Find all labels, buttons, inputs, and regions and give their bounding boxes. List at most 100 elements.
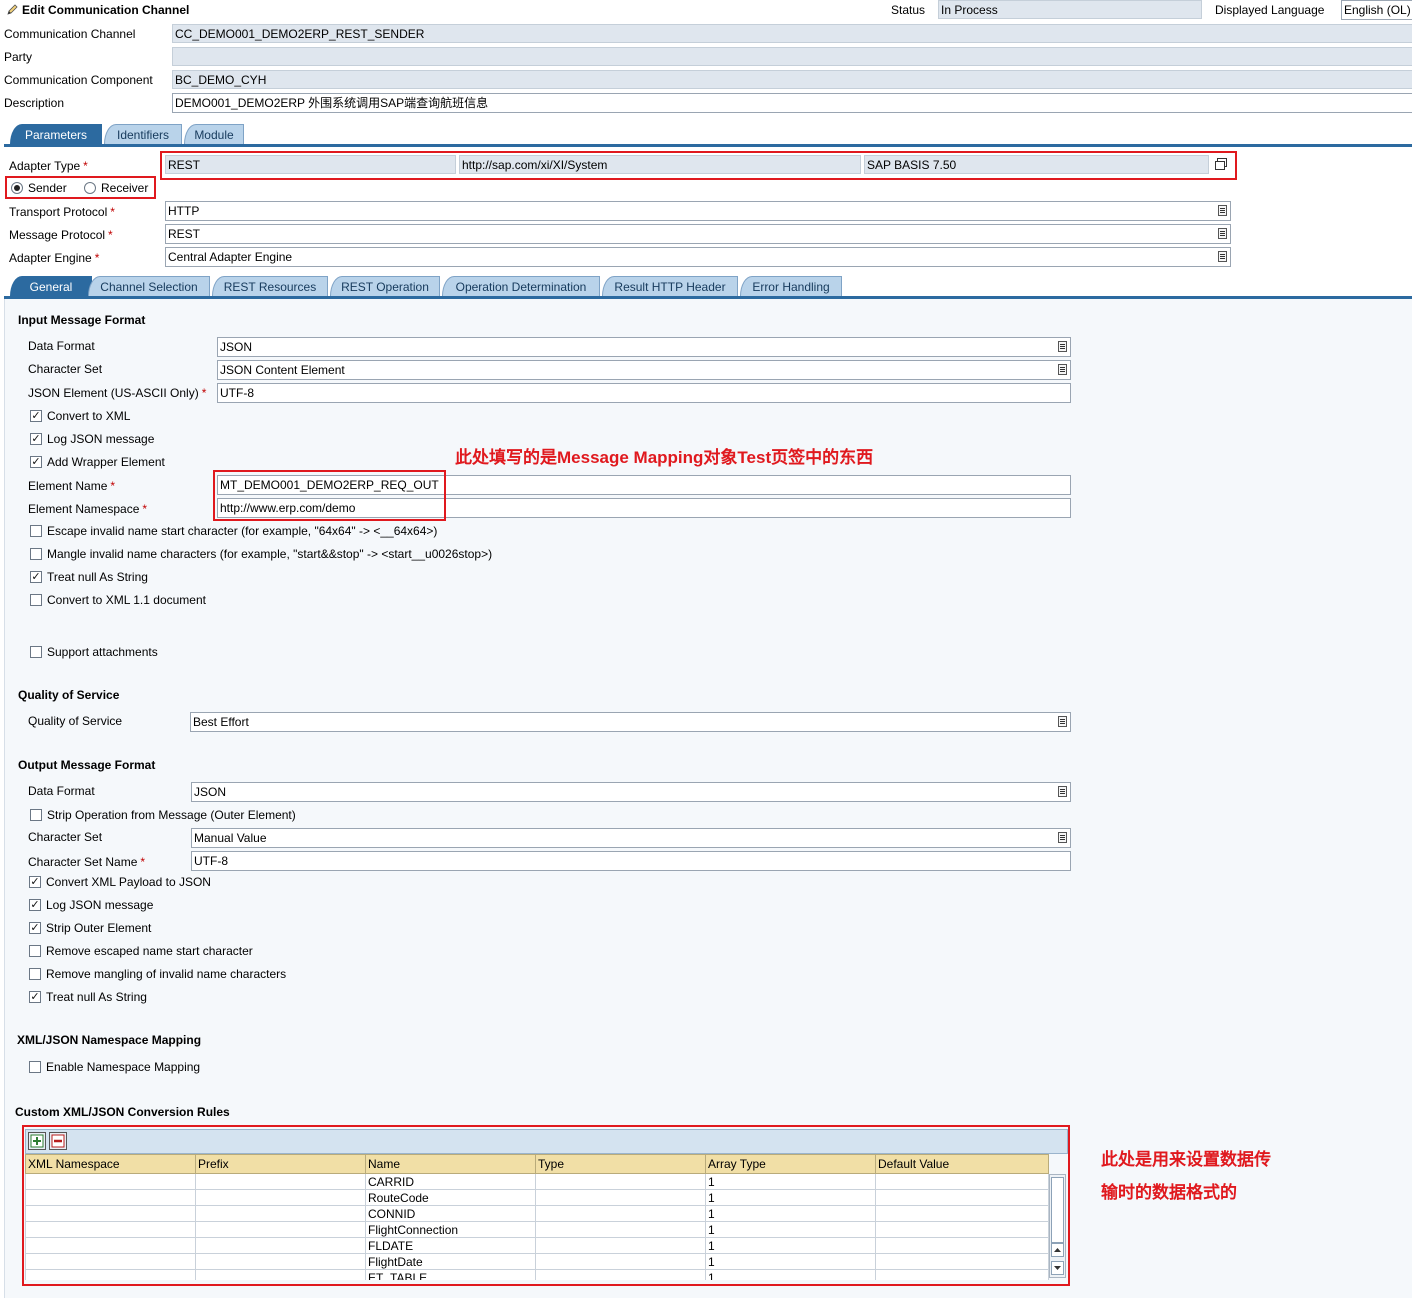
party-field [172, 47, 1412, 66]
transport-protocol-select[interactable]: HTTP [165, 201, 1231, 221]
convert-to-xml-checkbox[interactable]: ✓ [30, 410, 42, 422]
adapter-engine-select[interactable]: Central Adapter Engine [165, 247, 1231, 267]
tab-general[interactable]: General [10, 276, 92, 296]
dropdown-icon[interactable] [1218, 228, 1227, 239]
rules-heading: Custom XML/JSON Conversion Rules [15, 1105, 230, 1119]
rules-annotation-line2: 输时的数据格式的 [1101, 1183, 1237, 1202]
enable-ns-mapping-checkbox[interactable] [29, 1061, 41, 1073]
dropdown-icon[interactable] [1058, 341, 1067, 352]
in-treat-null-checkbox[interactable]: ✓ [30, 571, 42, 583]
component-field: BC_DEMO_CYH [172, 70, 1412, 89]
out-log-json-checkbox[interactable]: ✓ [29, 899, 41, 911]
support-attachments-label: Support attachments [47, 645, 158, 659]
strip-outer-checkbox[interactable]: ✓ [29, 922, 41, 934]
output-format-heading: Output Message Format [18, 758, 156, 772]
qos-select[interactable]: Best Effort [190, 712, 1071, 732]
channel-label: Communication Channel [4, 27, 136, 41]
convert-to-xml-label: Convert to XML [47, 409, 131, 423]
out-log-json-label: Log JSON message [46, 898, 154, 912]
out-charset-label: Character Set [28, 830, 103, 844]
channel-field: CC_DEMO001_DEMO2ERP_REST_SENDER [172, 24, 1412, 43]
mangle-invalid-label: Mangle invalid name characters (for exam… [47, 547, 493, 561]
edit-icon [6, 4, 18, 16]
add-wrapper-label: Add Wrapper Element [47, 455, 165, 469]
element-highlight [213, 470, 446, 521]
language-select[interactable]: English (OL) [1341, 0, 1412, 20]
transport-protocol-label: Transport Protocol * [9, 205, 115, 219]
ns-mapping-heading: XML/JSON Namespace Mapping [17, 1033, 202, 1047]
strip-operation-label: Strip Operation from Message (Outer Elem… [47, 808, 296, 822]
add-wrapper-checkbox[interactable]: ✓ [30, 456, 42, 468]
qos-heading: Quality of Service [18, 688, 120, 702]
in-charset-select[interactable]: JSON Content Element [217, 360, 1071, 380]
dropdown-icon[interactable] [1218, 251, 1227, 262]
tab-rest-resources[interactable]: REST Resources [212, 276, 328, 296]
convert-xml-json-label: Convert XML Payload to JSON [46, 875, 211, 889]
element-name-label: Element Name * [28, 479, 116, 493]
in-log-json-label: Log JSON message [47, 432, 155, 446]
support-attachments-checkbox[interactable] [30, 646, 42, 658]
tab-parameters[interactable]: Parameters [10, 124, 102, 144]
message-protocol-label: Message Protocol * [9, 228, 113, 242]
out-treat-null-label: Treat null As String [46, 990, 147, 1004]
remove-mangling-label: Remove mangling of invalid name characte… [46, 967, 287, 981]
remove-mangling-checkbox[interactable] [29, 968, 41, 980]
dropdown-icon[interactable] [1058, 364, 1067, 375]
in-data-format-label: Data Format [28, 339, 95, 353]
description-label: Description [4, 96, 65, 110]
convert-xml11-label: Convert to XML 1.1 document [47, 593, 206, 607]
status-label: Status [891, 3, 926, 17]
tab-identifiers[interactable]: Identifiers [104, 124, 182, 144]
remove-escaped-label: Remove escaped name start character [46, 944, 253, 958]
mangle-invalid-checkbox[interactable] [30, 548, 42, 560]
element-namespace-label: Element Namespace * [28, 502, 148, 516]
dropdown-icon[interactable] [1218, 205, 1227, 216]
convert-xml-json-checkbox[interactable]: ✓ [29, 876, 41, 888]
in-log-json-checkbox[interactable]: ✓ [30, 433, 42, 445]
strip-operation-checkbox[interactable] [30, 809, 42, 821]
escape-invalid-label: Escape invalid name start character (for… [47, 524, 438, 538]
enable-ns-mapping-label: Enable Namespace Mapping [46, 1060, 201, 1074]
party-label: Party [4, 50, 33, 64]
out-charset-select[interactable]: Manual Value [191, 828, 1071, 848]
remove-escaped-checkbox[interactable] [29, 945, 41, 957]
out-data-format-label: Data Format [28, 784, 95, 798]
description-field[interactable]: DEMO001_DEMO2ERP 外围系统调用SAP端查询航班信息 [172, 93, 1412, 113]
out-treat-null-checkbox[interactable]: ✓ [29, 991, 41, 1003]
qos-label: Quality of Service [28, 714, 123, 728]
json-element-label: JSON Element (US-ASCII Only) * [28, 386, 207, 400]
adapter-engine-label: Adapter Engine * [9, 251, 100, 265]
tab-error-handling[interactable]: Error Handling [740, 276, 842, 296]
rules-highlight [22, 1125, 1070, 1286]
charset-name-input[interactable]: UTF-8 [191, 851, 1071, 871]
rules-annotation-line1: 此处是用来设置数据传 [1101, 1150, 1271, 1169]
tab-operation-determination[interactable]: Operation Determination [442, 276, 600, 296]
dropdown-icon[interactable] [1058, 716, 1067, 727]
adapter-type-highlight [160, 151, 1237, 180]
direction-highlight [5, 176, 156, 199]
tab-rest-operation[interactable]: REST Operation [330, 276, 440, 296]
strip-outer-label: Strip Outer Element [46, 921, 152, 935]
component-label: Communication Component [4, 73, 153, 87]
dropdown-icon[interactable] [1058, 786, 1067, 797]
escape-invalid-checkbox[interactable] [30, 525, 42, 537]
tab-result-http-header[interactable]: Result HTTP Header [602, 276, 738, 296]
element-annotation: 此处填写的是Message Mapping对象Test页签中的东西 [455, 448, 874, 467]
in-treat-null-label: Treat null As String [47, 570, 148, 584]
convert-xml11-checkbox[interactable] [30, 594, 42, 606]
in-data-format-select[interactable]: JSON [217, 337, 1071, 357]
adapter-type-label: Adapter Type * [9, 159, 88, 173]
charset-name-label: Character Set Name * [28, 855, 146, 869]
tab-module[interactable]: Module [184, 124, 244, 144]
language-label: Displayed Language [1215, 3, 1325, 17]
main-tab-strip [4, 144, 1412, 147]
page-title: Edit Communication Channel [22, 3, 190, 17]
status-field: In Process [938, 0, 1202, 19]
in-charset-label: Character Set [28, 362, 103, 376]
message-protocol-select[interactable]: REST [165, 224, 1231, 244]
json-element-input[interactable]: UTF-8 [217, 383, 1071, 403]
input-format-heading: Input Message Format [18, 313, 146, 327]
tab-channel-selection[interactable]: Channel Selection [88, 276, 210, 296]
out-data-format-select[interactable]: JSON [191, 782, 1071, 802]
dropdown-icon[interactable] [1058, 832, 1067, 843]
